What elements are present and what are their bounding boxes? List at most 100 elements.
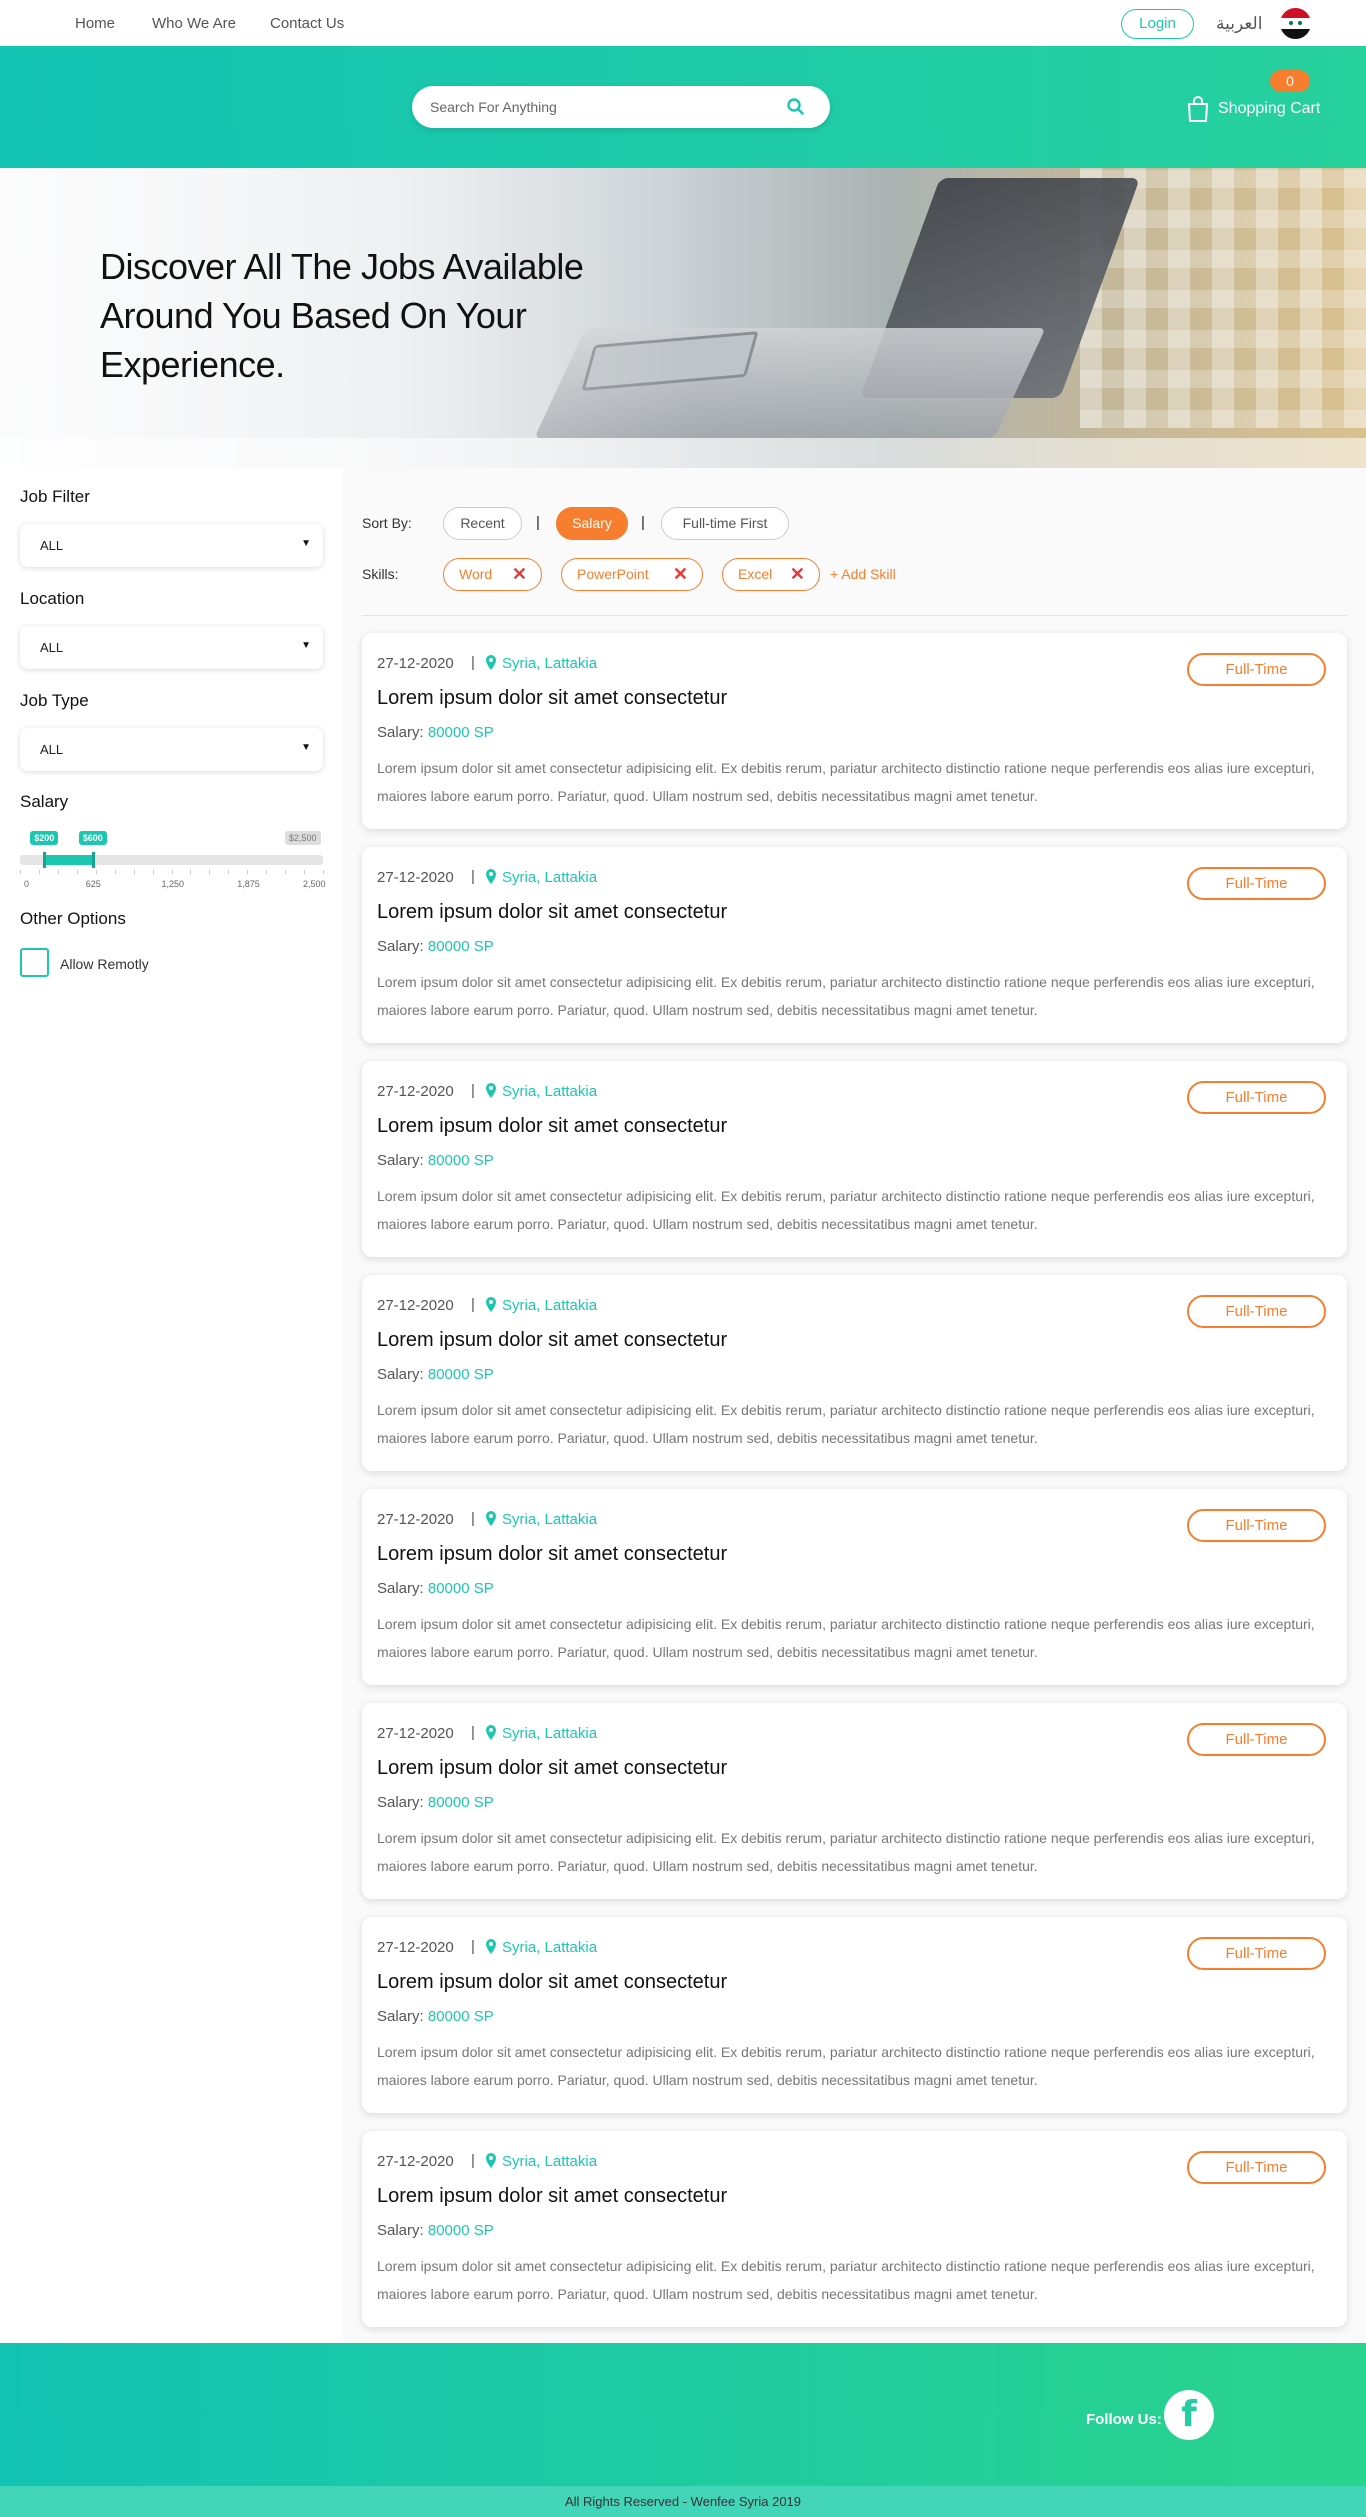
job-filter-select[interactable]: ALL ▼	[20, 524, 323, 567]
job-title[interactable]: Lorem ipsum dolor sit amet consectetur	[377, 1543, 727, 1566]
job-card[interactable]: 27-12-2020 | Syria, Lattakia Lorem ipsum do…	[362, 1061, 1347, 1257]
job-listing-area: Sort By: Recent | Salary | Full-time Fir…	[343, 468, 1366, 2343]
job-type-badge[interactable]: Full-Time	[1187, 1081, 1326, 1114]
job-location[interactable]: Syria, Lattakia	[502, 1725, 597, 1742]
job-title[interactable]: Lorem ipsum dolor sit amet consectetur	[377, 1757, 727, 1780]
footer: Follow Us: f	[0, 2343, 1366, 2486]
job-type-value: ALL	[40, 742, 64, 757]
job-title[interactable]: Lorem ipsum dolor sit amet consectetur	[377, 1329, 727, 1352]
salary-min-handle[interactable]	[43, 852, 47, 868]
job-filter-label: Job Filter	[20, 487, 90, 506]
job-salary: Salary: 80000 SP	[377, 2008, 494, 2025]
job-location[interactable]: Syria, Lattakia	[502, 655, 597, 672]
allow-remotely-label: Allow Remotly	[60, 956, 149, 972]
job-title[interactable]: Lorem ipsum dolor sit amet consectetur	[377, 1971, 727, 1994]
job-location[interactable]: Syria, Lattakia	[502, 1297, 597, 1314]
salary-max-handle[interactable]	[91, 852, 95, 868]
salary-label: Salary:	[377, 724, 424, 741]
login-button[interactable]: Login	[1121, 9, 1194, 39]
job-card[interactable]: 27-12-2020 | Syria, Lattakia Lorem ipsum do…	[362, 1489, 1347, 1685]
salary-tick-mark	[285, 870, 287, 874]
salary-value: 80000 SP	[427, 1152, 494, 1169]
dropdown-arrow-icon: ▼	[301, 640, 311, 651]
hero-banner: Discover All The Jobs Available Around Y…	[0, 168, 1366, 468]
skill-chip-powerpoint[interactable]: PowerPoint ✕	[561, 558, 703, 591]
add-skill-button[interactable]: + Add Skill	[830, 566, 896, 582]
map-pin-icon	[486, 1725, 496, 1740]
sort-separator: |	[536, 514, 540, 531]
job-type-badge[interactable]: Full-Time	[1187, 653, 1326, 686]
close-icon[interactable]: ✕	[512, 559, 527, 589]
job-type-badge[interactable]: Full-Time	[1187, 867, 1326, 900]
shopping-cart-link[interactable]: Shopping Cart	[1186, 94, 1320, 122]
job-location[interactable]: Syria, Lattakia	[502, 1939, 597, 1956]
filter-sidebar: Job Filter ALL ▼ Location ALL ▼ Job Type…	[0, 468, 343, 2343]
job-type-select[interactable]: ALL ▼	[20, 728, 323, 771]
syria-flag-icon[interactable]	[1280, 8, 1311, 39]
facebook-icon[interactable]: f	[1164, 2390, 1214, 2440]
job-type-badge[interactable]: Full-Time	[1187, 1937, 1326, 1970]
meta-separator: |	[471, 1082, 475, 1099]
language-switch[interactable]: العربية	[1216, 14, 1262, 34]
job-title[interactable]: Lorem ipsum dolor sit amet consectetur	[377, 2185, 727, 2208]
copyright: All Rights Reserved - Wenfee Syria 2019	[0, 2486, 1366, 2517]
skill-chip-label: Excel	[738, 566, 773, 582]
search-icon[interactable]	[786, 97, 806, 117]
job-location[interactable]: Syria, Lattakia	[502, 2153, 597, 2170]
salary-label: Salary:	[377, 1580, 424, 1597]
map-pin-icon	[486, 2153, 496, 2168]
map-pin-icon	[486, 1511, 496, 1526]
job-location[interactable]: Syria, Lattakia	[502, 869, 597, 886]
job-title[interactable]: Lorem ipsum dolor sit amet consectetur	[377, 1115, 727, 1138]
job-description: Lorem ipsum dolor sit amet consectetur a…	[377, 2044, 1315, 2088]
search-input[interactable]	[430, 96, 760, 118]
shopping-bag-icon	[1187, 96, 1209, 122]
job-card[interactable]: 27-12-2020 | Syria, Lattakia Lorem ipsum do…	[362, 2131, 1347, 2327]
close-icon[interactable]: ✕	[673, 559, 688, 589]
job-date: 27-12-2020	[377, 1297, 454, 1314]
job-location[interactable]: Syria, Lattakia	[502, 1511, 597, 1528]
job-type-badge[interactable]: Full-Time	[1187, 1509, 1326, 1542]
salary-tick-label: 0	[24, 879, 30, 889]
job-type-badge[interactable]: Full-Time	[1187, 1295, 1326, 1328]
salary-label: Salary:	[377, 2222, 424, 2239]
nav-contact-us-link[interactable]: Contact Us	[270, 15, 344, 32]
salary-label: Salary:	[377, 2008, 424, 2025]
skill-chip-word[interactable]: Word ✕	[443, 558, 542, 591]
sort-salary-button[interactable]: Salary	[556, 507, 628, 540]
salary-value: 80000 SP	[427, 2222, 494, 2239]
close-icon[interactable]: ✕	[790, 559, 805, 589]
location-select[interactable]: ALL ▼	[20, 626, 323, 669]
job-location[interactable]: Syria, Lattakia	[502, 1083, 597, 1100]
job-title[interactable]: Lorem ipsum dolor sit amet consectetur	[377, 687, 727, 710]
job-title[interactable]: Lorem ipsum dolor sit amet consectetur	[377, 901, 727, 924]
job-type-badge[interactable]: Full-Time	[1187, 2151, 1326, 2184]
skill-chip-excel[interactable]: Excel ✕	[722, 558, 820, 591]
nav-who-we-are-link[interactable]: Who We Are	[152, 15, 236, 32]
dropdown-arrow-icon: ▼	[301, 538, 311, 549]
job-card[interactable]: 27-12-2020 | Syria, Lattakia Lorem ipsum do…	[362, 847, 1347, 1043]
job-salary: Salary: 80000 SP	[377, 724, 494, 741]
divider	[362, 615, 1347, 616]
job-date: 27-12-2020	[377, 869, 454, 886]
job-card[interactable]: 27-12-2020 | Syria, Lattakia Lorem ipsum do…	[362, 1917, 1347, 2113]
sort-recent-button[interactable]: Recent	[443, 507, 522, 540]
job-type-badge[interactable]: Full-Time	[1187, 1723, 1326, 1756]
sort-separator: |	[641, 514, 645, 531]
salary-slider-track[interactable]	[20, 852, 323, 868]
map-pin-icon	[486, 1297, 496, 1312]
map-pin-icon	[486, 1939, 496, 1954]
job-card[interactable]: 27-12-2020 | Syria, Lattakia Lorem ipsum do…	[362, 1703, 1347, 1899]
salary-value: 80000 SP	[427, 938, 494, 955]
job-card[interactable]: 27-12-2020 | Syria, Lattakia Lorem ipsum do…	[362, 1275, 1347, 1471]
sort-full-time-first-button[interactable]: Full-time First	[661, 507, 789, 540]
salary-tick-mark	[190, 870, 192, 874]
allow-remotely-checkbox[interactable]	[20, 948, 49, 977]
salary-max-tag: $600	[78, 831, 107, 845]
other-options-label: Other Options	[20, 909, 126, 928]
job-type-label: Job Type	[20, 691, 89, 710]
salary-tick-mark	[38, 870, 40, 874]
meta-separator: |	[471, 1724, 475, 1741]
job-card[interactable]: 27-12-2020 | Syria, Lattakia Lorem ipsum do…	[362, 633, 1347, 829]
nav-home-link[interactable]: Home	[75, 15, 115, 32]
